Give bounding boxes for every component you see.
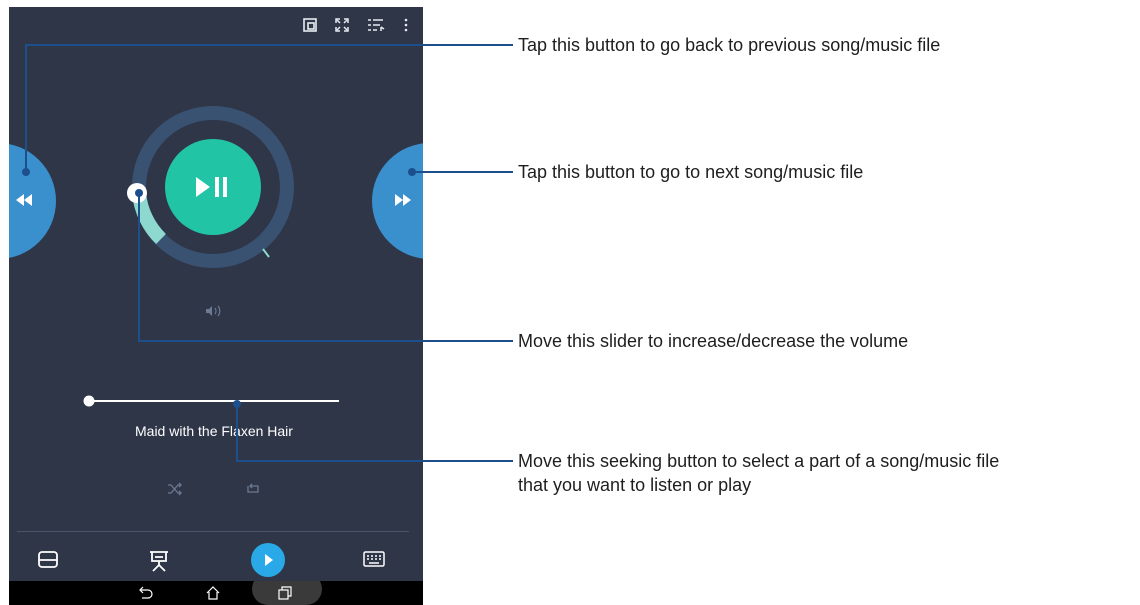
annotation-line-previous: [25, 44, 513, 172]
annotation-dot-next: [408, 168, 416, 176]
annotation-line-seek: [236, 404, 513, 462]
annotation-dot-volume: [135, 189, 143, 197]
annotation-dot-seek: [233, 400, 241, 408]
annotation-next: Tap this button to go to next song/music…: [518, 162, 864, 182]
annotation-dot-previous: [22, 168, 30, 176]
annotation-lines: [22, 44, 513, 462]
annotation-volume: Move this slider to increase/decrease th…: [518, 331, 909, 351]
annotation-line-volume: [138, 193, 513, 342]
annotation-previous: Tap this button to go back to previous s…: [518, 35, 941, 55]
annotation-seek-line1: Move this seeking button to select a par…: [518, 451, 1000, 471]
annotation-seek-line2: that you want to listen or play: [518, 475, 752, 495]
